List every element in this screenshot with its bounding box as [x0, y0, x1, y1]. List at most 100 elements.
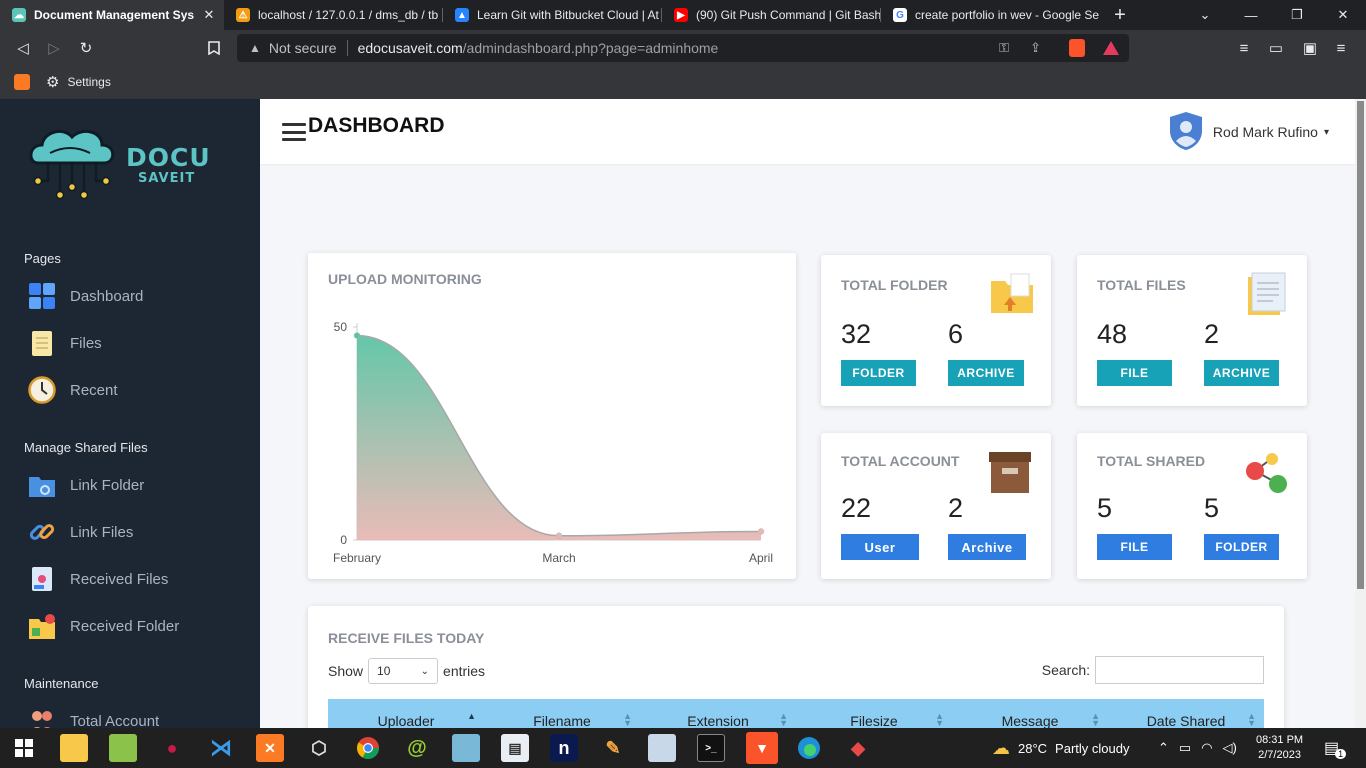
snail-icon[interactable]: @ [403, 734, 431, 762]
sidebar-item-received-files[interactable]: Received Files [28, 564, 168, 594]
folder-count: 32 [841, 319, 872, 349]
git-icon[interactable]: ◆ [844, 734, 872, 762]
cube-icon[interactable]: ⬡ [305, 734, 333, 762]
folder-button[interactable]: FOLDER [841, 360, 916, 386]
tab-title: create portfolio in wev - Google Se [915, 8, 1099, 22]
user-button[interactable]: User [841, 534, 919, 560]
y-tick-label: 0 [340, 533, 347, 547]
minimize-button[interactable]: — [1228, 0, 1274, 30]
hamburger-menu-icon[interactable] [282, 123, 306, 141]
youtube-favicon: ▶ [674, 8, 688, 22]
tab-bitbucket[interactable]: ▲ Learn Git with Bitbucket Cloud | At [443, 0, 661, 30]
brave-rewards-icon[interactable] [1103, 41, 1119, 55]
tab-document-management[interactable]: ☁ Document Management Syste ✕ [0, 0, 224, 30]
tab-phpmyadmin[interactable]: ⚠ localhost / 127.0.0.1 / dms_db / tb [224, 0, 442, 30]
column-header-message[interactable]: Message ▲ ▼ [952, 699, 1108, 729]
forward-icon[interactable]: ▷ [43, 37, 65, 59]
sidebar-item-dashboard[interactable]: Dashboard [28, 281, 143, 311]
column-header-uploader[interactable]: Uploader ▲ [328, 699, 484, 729]
column-header-extension[interactable]: Extension ▲ ▼ [640, 699, 796, 729]
stat-card-total-account: TOTAL ACCOUNT 22 2 User Archive [821, 433, 1051, 579]
document-icon[interactable]: ▤ [501, 734, 529, 762]
reload-icon[interactable]: ↻ [75, 37, 97, 59]
share-nodes-icon [1243, 449, 1289, 495]
clock[interactable]: 08:31 PM 2/7/2023 [1256, 728, 1303, 768]
bookmark-settings[interactable]: ⚙ Settings [46, 73, 111, 91]
paint-icon[interactable]: ✎ [599, 734, 627, 762]
share-icon[interactable]: ⇪ [1030, 40, 1041, 56]
shared-file-button[interactable]: FILE [1097, 534, 1172, 560]
weather-widget[interactable]: ☁ 28°C Partly cloudy [992, 728, 1129, 768]
sidebar-heading-manage-shared: Manage Shared Files [24, 440, 148, 455]
restore-button[interactable]: ❐ [1274, 0, 1320, 30]
back-icon[interactable]: ◁ [12, 37, 34, 59]
key-icon[interactable]: ⚿ [999, 40, 1009, 56]
column-header-filesize[interactable]: Filesize ▲ ▼ [796, 699, 952, 729]
sidebar-toggle-icon[interactable]: ▭ [1265, 37, 1287, 59]
logo-text-saveit: SAVEIT [138, 171, 196, 186]
notification-center[interactable]: ▤ 1 [1324, 728, 1347, 768]
file-explorer-icon[interactable] [60, 734, 88, 762]
sidebar-item-link-files[interactable]: Link Files [28, 517, 133, 547]
user-menu[interactable]: Rod Mark Rufino ▾ [1169, 111, 1329, 152]
xampp-icon[interactable]: ✕ [256, 734, 284, 762]
tab-youtube[interactable]: ▶ (90) Git Push Command | Git Bash [662, 0, 880, 30]
sidebar-item-received-folder[interactable]: Received Folder [28, 611, 179, 641]
glass-icon[interactable] [452, 734, 480, 762]
n-icon[interactable]: n [550, 734, 578, 762]
data-point [353, 332, 361, 339]
notepad-icon[interactable] [109, 734, 137, 762]
battery-icon[interactable]: ▭ [1179, 740, 1191, 756]
search-input[interactable] [1095, 656, 1264, 684]
docusaveit-logo: DOCU SAVEIT [26, 123, 226, 205]
shared-folder-button[interactable]: FOLDER [1204, 534, 1279, 560]
tab-google[interactable]: G create portfolio in wev - Google Se [881, 0, 1099, 30]
sidebar-item-recent[interactable]: Recent [28, 375, 118, 405]
file-archive-button[interactable]: ARCHIVE [1204, 360, 1279, 386]
chrome-icon[interactable] [354, 734, 382, 762]
sidebar-item-total-account[interactable]: Total Account [28, 706, 159, 728]
sidebar-item-link-folder[interactable]: Link Folder [28, 470, 144, 500]
brave-shield-icon[interactable] [1069, 39, 1085, 57]
window-close-button[interactable]: ✕ [1320, 0, 1366, 30]
wifi-icon[interactable]: ◠ [1201, 740, 1212, 756]
wallet-icon[interactable]: ▣ [1299, 37, 1321, 59]
page-scrollbar[interactable] [1355, 99, 1366, 728]
menu-icon[interactable]: ≡ [1330, 37, 1352, 59]
users-icon [28, 707, 56, 728]
terminal-icon[interactable]: >_ [697, 734, 725, 762]
weather-icon: ☁ [992, 737, 1010, 758]
bookmark-xampp[interactable] [14, 73, 30, 91]
column-header-filename[interactable]: Filename ▲ ▼ [484, 699, 640, 729]
tab-search-icon[interactable]: ⌄ [1182, 0, 1228, 30]
receive-files-card: RECEIVE FILES TODAY Show 10 ⌄ entries Se… [308, 606, 1284, 728]
xampp-icon [14, 74, 30, 90]
sidebar-item-files[interactable]: Files [28, 328, 102, 358]
account-archive-button[interactable]: Archive [948, 534, 1026, 560]
folder-archive-button[interactable]: ARCHIVE [948, 360, 1024, 386]
windows-start-icon[interactable] [10, 734, 38, 762]
y-tick-label: 50 [334, 320, 348, 334]
close-icon[interactable]: ✕ [202, 7, 216, 23]
card-title: TOTAL ACCOUNT [841, 453, 960, 469]
vscode-icon[interactable]: ⋊ [207, 734, 235, 762]
scrollbar-thumb[interactable] [1357, 101, 1364, 589]
brave-icon[interactable]: ▼ [746, 732, 778, 764]
new-tab-button[interactable]: + [1098, 0, 1142, 30]
column-label: Date Shared [1146, 713, 1226, 728]
url-separator [346, 40, 348, 56]
url-bar[interactable]: ▲ Not secure edocusaveit.com /admindashb… [237, 34, 1129, 62]
sidebar: DOCU SAVEIT Pages Dashboard Files Recent… [0, 99, 260, 728]
entries-select[interactable]: 10 ⌄ [368, 658, 439, 684]
playlist-icon[interactable]: ≡ [1233, 37, 1255, 59]
monitor-icon[interactable] [648, 734, 676, 762]
bookmark-icon[interactable] [203, 37, 225, 59]
chevron-up-icon[interactable]: ⌃ [1158, 740, 1169, 756]
edge-icon[interactable] [795, 734, 823, 762]
raspberry-icon[interactable]: ● [158, 734, 186, 762]
user-name: Rod Mark Rufino [1212, 124, 1318, 140]
file-button[interactable]: FILE [1097, 360, 1172, 386]
data-point [555, 532, 563, 539]
volume-icon[interactable]: ◁) [1223, 740, 1237, 756]
column-header-date-shared[interactable]: Date Shared ▲ ▼ [1108, 699, 1264, 729]
